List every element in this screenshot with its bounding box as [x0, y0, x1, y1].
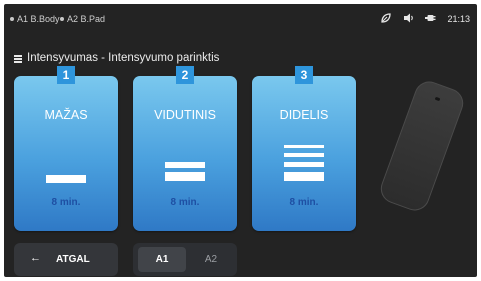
status-bar: A1 B.Body A2 B.Pad 21:13 — [4, 4, 477, 32]
clock: 21:13 — [447, 14, 470, 24]
channel-option-a2[interactable]: A2 — [190, 247, 232, 272]
device-status-a2: A2 B.Pad — [60, 14, 105, 24]
option-number-badge: 1 — [57, 66, 75, 84]
intensity-label: DIDELIS — [279, 108, 329, 122]
battery-plug-icon — [425, 15, 436, 21]
leaf-icon — [381, 13, 391, 23]
device-status-a1: A1 B.Body — [10, 14, 60, 24]
intensity-bar-icon — [165, 172, 205, 181]
intensity-label: MAŽAS — [44, 108, 88, 122]
volume-icon — [404, 13, 413, 23]
duration-label: 8 min. — [170, 197, 200, 208]
intensity-bar-icon — [284, 172, 324, 181]
option-number-badge: 2 — [176, 66, 194, 84]
duration-label: 8 min. — [51, 197, 81, 208]
intensity-card-low[interactable]: MAŽAS 8 min. — [14, 76, 118, 231]
app-screen: A1 B.Body A2 B.Pad 21:13 Intensyvumas - … — [4, 4, 477, 277]
connection-dot-icon — [60, 17, 64, 21]
channel-toggle: A1 A2 — [133, 243, 237, 276]
option-number-badge: 3 — [295, 66, 313, 84]
intensity-bar-icon — [284, 162, 324, 167]
channel-option-a1[interactable]: A1 — [138, 247, 186, 272]
back-button[interactable]: ← ATGAL — [14, 243, 118, 276]
intensity-bar-icon — [284, 153, 324, 157]
intensity-bar-icon — [46, 175, 86, 183]
intensity-card-high[interactable]: DIDELIS 8 min. — [252, 76, 356, 231]
menu-icon[interactable] — [14, 55, 22, 63]
connection-dot-icon — [10, 17, 14, 21]
device-label: A2 B.Pad — [67, 14, 106, 24]
duration-label: 8 min. — [289, 197, 319, 208]
intensity-label: VIDUTINIS — [154, 108, 216, 122]
channel-option-label: A1 — [155, 254, 169, 265]
back-button-label: ATGAL — [56, 254, 90, 265]
device-image — [376, 77, 468, 215]
page-title: Intensyvumas - Intensyvumo parinktis — [27, 52, 220, 64]
arrow-left-icon: ← — [30, 252, 41, 264]
device-sensor — [434, 96, 441, 102]
intensity-bar-icon — [165, 162, 205, 168]
device-label: A1 B.Body — [17, 14, 60, 24]
intensity-card-medium[interactable]: VIDUTINIS 8 min. — [133, 76, 237, 231]
intensity-bar-icon — [284, 145, 324, 148]
